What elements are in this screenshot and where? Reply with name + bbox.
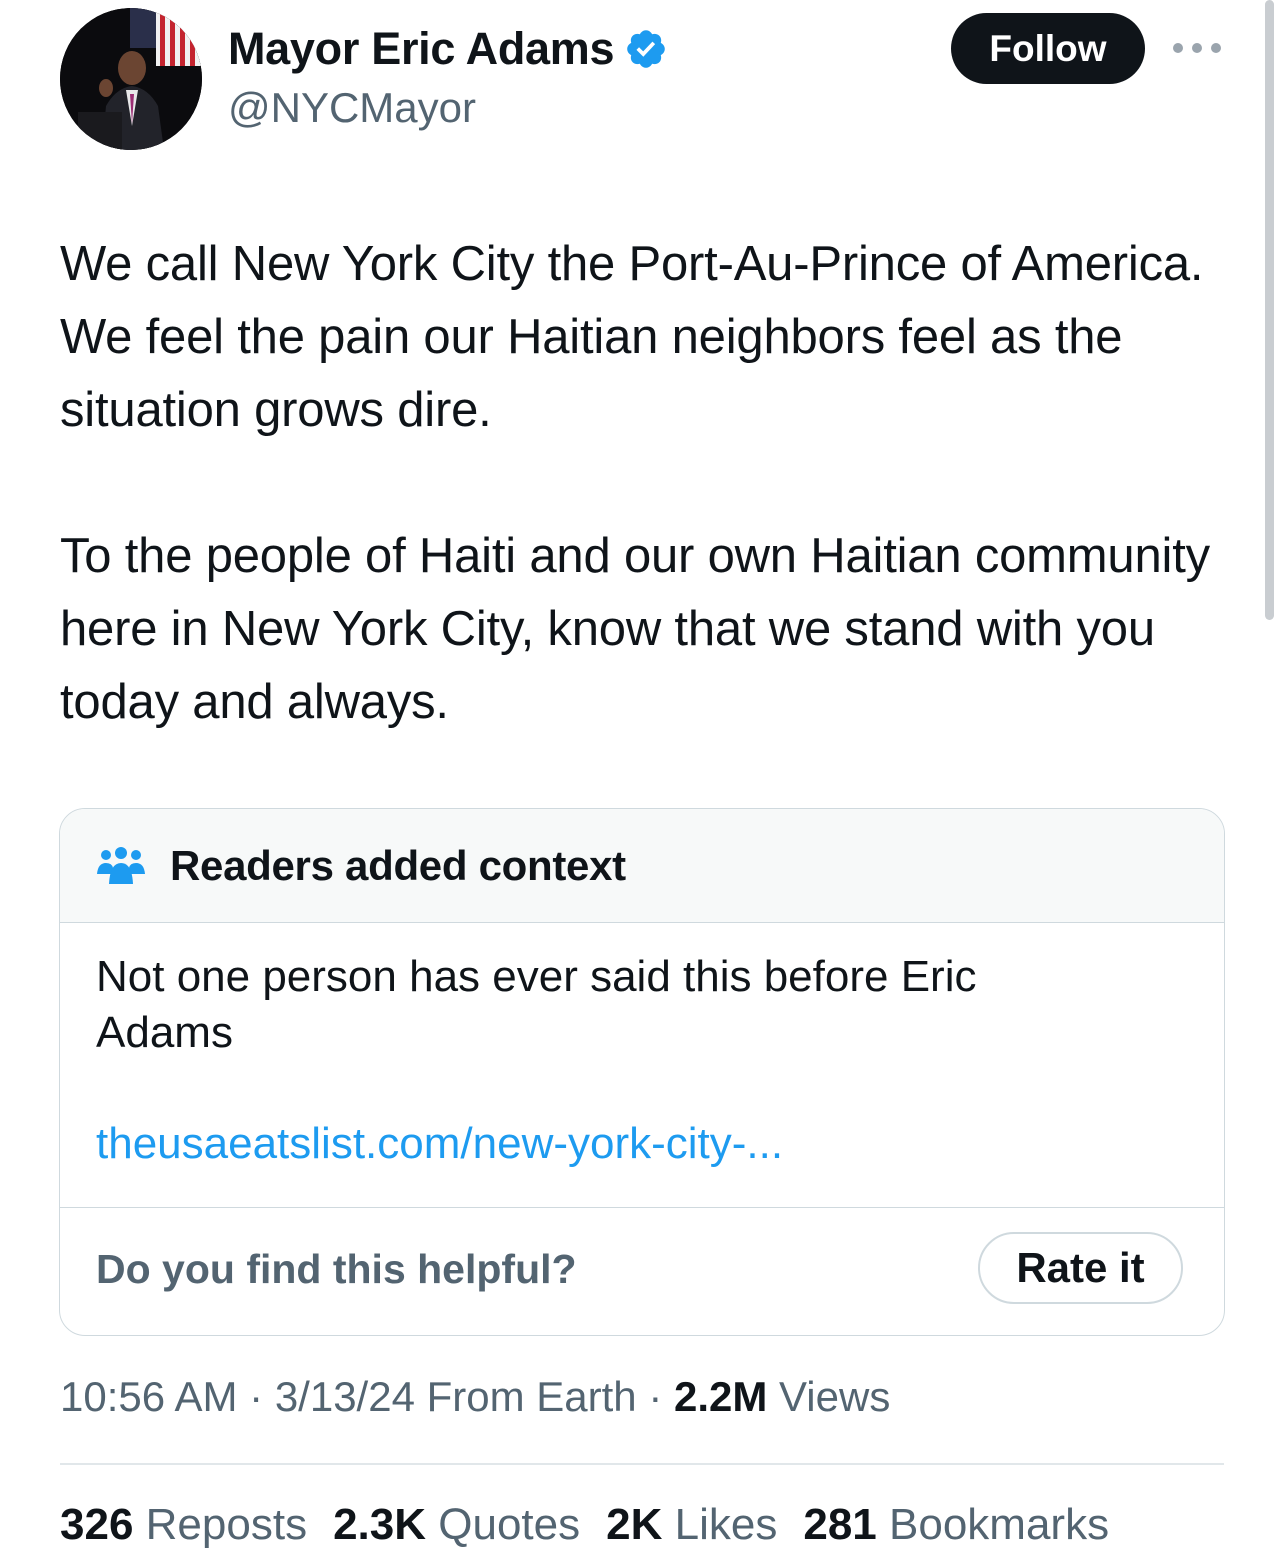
helpful-question: Do you find this helpful? xyxy=(96,1246,577,1292)
bookmarks-count: 281 xyxy=(803,1500,877,1549)
author-name[interactable]: Mayor Eric Adams xyxy=(228,23,614,75)
divider xyxy=(60,1463,1224,1465)
meta-separator: · xyxy=(648,1373,663,1420)
community-note-header: Readers added context xyxy=(60,809,1224,923)
views-count: 2.2M xyxy=(674,1373,768,1420)
people-icon xyxy=(96,846,146,886)
bookmarks-stat[interactable]: 281 Bookmarks xyxy=(803,1500,1109,1550)
community-note: Readers added context Not one person has… xyxy=(59,808,1225,1336)
reposts-count: 326 xyxy=(60,1500,134,1549)
more-dot xyxy=(1173,43,1183,53)
avatar[interactable] xyxy=(60,8,202,150)
author-handle[interactable]: @NYCMayor xyxy=(228,84,668,132)
community-note-footer: Do you find this helpful? Rate it xyxy=(60,1208,1224,1332)
scrollbar[interactable] xyxy=(1265,0,1274,620)
bookmarks-label: Bookmarks xyxy=(889,1500,1110,1549)
verified-badge-icon[interactable] xyxy=(624,27,668,71)
reposts-label: Reposts xyxy=(145,1500,308,1549)
tweet-stats: 326 Reposts 2.3K Quotes 2K Likes 281 Boo… xyxy=(60,1500,1135,1550)
author-block: Mayor Eric Adams @NYCMayor xyxy=(228,18,668,132)
tweet-time[interactable]: 10:56 AM xyxy=(60,1373,237,1420)
avatar-photo xyxy=(60,8,202,150)
more-options-icon[interactable] xyxy=(1173,38,1221,58)
likes-count: 2K xyxy=(606,1500,663,1549)
likes-stat[interactable]: 2K Likes xyxy=(606,1500,777,1550)
author-name-row: Mayor Eric Adams xyxy=(228,18,668,80)
tweet-detail-page: Mayor Eric Adams @NYCMayor Follow We cal… xyxy=(0,0,1284,1564)
views-label: Views xyxy=(779,1373,891,1420)
rate-it-button[interactable]: Rate it xyxy=(978,1232,1183,1304)
community-note-title: Readers added context xyxy=(170,841,626,889)
tweet-meta: 10:56 AM · 3/13/24 From Earth · 2.2M Vie… xyxy=(60,1373,890,1421)
likes-label: Likes xyxy=(674,1500,778,1549)
tweet-date-source[interactable]: 3/13/24 From Earth xyxy=(275,1373,637,1420)
more-dot xyxy=(1192,43,1202,53)
reposts-stat[interactable]: 326 Reposts xyxy=(60,1500,307,1550)
quotes-stat[interactable]: 2.3K Quotes xyxy=(333,1500,580,1550)
quotes-count: 2.3K xyxy=(333,1500,427,1549)
community-note-body: Not one person has ever said this before… xyxy=(60,923,1224,1208)
quotes-label: Quotes xyxy=(438,1500,581,1549)
tweet-text: We call New York City the Port-Au-Prince… xyxy=(60,237,1210,729)
meta-separator: · xyxy=(249,1373,264,1420)
more-dot xyxy=(1211,43,1221,53)
community-note-text: Not one person has ever said this before… xyxy=(96,952,977,1057)
community-note-link[interactable]: theusaeatslist.com/new-york-city-... xyxy=(96,1119,1188,1169)
follow-button[interactable]: Follow xyxy=(951,13,1145,84)
